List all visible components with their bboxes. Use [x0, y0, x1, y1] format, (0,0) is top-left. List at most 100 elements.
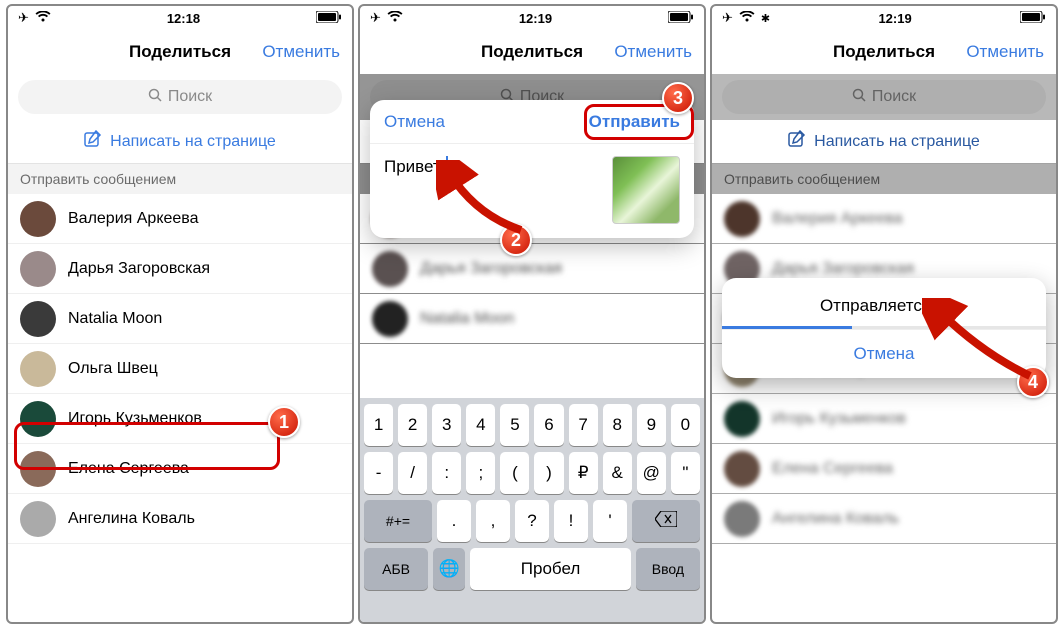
avatar	[20, 351, 56, 387]
search-icon	[148, 88, 162, 107]
key-6[interactable]: 6	[534, 404, 563, 446]
contact-name: Natalia Moon	[420, 310, 514, 328]
battery-icon	[1020, 11, 1046, 26]
key-dash[interactable]: -	[364, 452, 393, 494]
avatar	[20, 451, 56, 487]
phone-panel-2: ✈ 12:19 Поделиться Отменить Поиск Написа…	[358, 4, 706, 624]
key-colon[interactable]: :	[432, 452, 461, 494]
contact-name[interactable]: Елена Сергеева	[68, 460, 189, 478]
contact-name[interactable]: Дарья Загоровская	[68, 260, 210, 278]
avatar	[20, 201, 56, 237]
contact-name[interactable]: Валерия Аркеева	[68, 210, 199, 228]
write-label: Написать на странице	[814, 133, 980, 151]
key-period[interactable]: .	[437, 500, 471, 542]
page-title: Поделиться	[833, 42, 935, 62]
avatar	[724, 451, 760, 487]
avatar	[20, 251, 56, 287]
contact-row: Natalia Moon	[8, 294, 352, 344]
cancel-button[interactable]: Отменить	[262, 42, 340, 62]
cancel-button[interactable]: Отменить	[614, 42, 692, 62]
section-header: Отправить сообщением	[712, 164, 1056, 194]
key-comma[interactable]: ,	[476, 500, 510, 542]
contact-row: Ольга Швец	[8, 344, 352, 394]
status-time: 12:18	[167, 11, 200, 26]
contact-name: Валерия Аркеева	[772, 210, 903, 228]
sending-title: Отправляется…	[722, 278, 1046, 326]
key-0[interactable]: 0	[671, 404, 700, 446]
contact-name[interactable]: Ольга Швец	[68, 360, 158, 378]
progress-bar	[722, 326, 1046, 329]
contact-name[interactable]: Natalia Moon	[68, 310, 162, 328]
loading-icon: ✱	[761, 12, 770, 25]
search-placeholder: Поиск	[168, 88, 212, 106]
step-badge-2: 2	[500, 224, 532, 256]
page-title: Поделиться	[129, 42, 231, 62]
write-on-wall-button[interactable]: Написать на странице	[8, 120, 352, 164]
wifi-icon	[35, 11, 51, 26]
key-enter[interactable]: Ввод	[636, 548, 700, 590]
page-title: Поделиться	[481, 42, 583, 62]
key-5[interactable]: 5	[500, 404, 529, 446]
status-bar: ✈ 12:18	[8, 6, 352, 30]
key-globe[interactable]: 🌐	[433, 548, 465, 590]
contact-name[interactable]: Игорь Кузьменков	[68, 410, 202, 428]
modal-cancel-button[interactable]: Отмена	[384, 112, 445, 132]
contact-name: Дарья Загоровская	[772, 260, 914, 278]
key-rparen[interactable]: )	[534, 452, 563, 494]
status-time: 12:19	[878, 11, 911, 26]
status-time: 12:19	[519, 11, 552, 26]
airplane-icon: ✈	[370, 10, 381, 26]
text-cursor	[446, 156, 448, 174]
avatar	[20, 401, 56, 437]
search-input[interactable]: Поиск	[18, 80, 342, 114]
attachment-thumbnail[interactable]	[612, 156, 680, 224]
key-at[interactable]: @	[637, 452, 666, 494]
cancel-button[interactable]: Отменить	[966, 42, 1044, 62]
contact-row: Дарья Загоровская	[8, 244, 352, 294]
key-4[interactable]: 4	[466, 404, 495, 446]
step-badge-1: 1	[268, 406, 300, 438]
key-1[interactable]: 1	[364, 404, 393, 446]
navbar: Поделиться Отменить	[8, 30, 352, 74]
phone-panel-3: ✈ ✱ 12:19 Поделиться Отменить Поиск Напи…	[710, 4, 1058, 624]
contact-row: Валерия Аркеева	[8, 194, 352, 244]
avatar	[724, 501, 760, 537]
contact-row-igor: Игорь Кузьменков	[8, 394, 352, 444]
key-slash[interactable]: /	[398, 452, 427, 494]
contact-row: Елена Сергеева	[8, 444, 352, 494]
key-question[interactable]: ?	[515, 500, 549, 542]
contact-name[interactable]: Ангелина Коваль	[68, 510, 195, 528]
key-semicolon[interactable]: ;	[466, 452, 495, 494]
step-badge-3: 3	[662, 82, 694, 114]
compose-icon	[84, 130, 102, 153]
battery-icon	[316, 11, 342, 26]
status-bar: ✈ ✱ 12:19	[712, 6, 1056, 30]
globe-icon: 🌐	[439, 559, 460, 579]
key-exclaim[interactable]: !	[554, 500, 588, 542]
message-input[interactable]: Привет!	[384, 156, 600, 224]
sending-cancel-button[interactable]: Отмена	[722, 329, 1046, 378]
battery-icon	[668, 11, 694, 26]
key-3[interactable]: 3	[432, 404, 461, 446]
key-space[interactable]: Пробел	[470, 548, 631, 590]
wifi-icon	[739, 11, 755, 26]
key-9[interactable]: 9	[637, 404, 666, 446]
key-lparen[interactable]: (	[500, 452, 529, 494]
key-2[interactable]: 2	[398, 404, 427, 446]
section-header: Отправить сообщением	[8, 164, 352, 194]
key-ruble[interactable]: ₽	[569, 452, 598, 494]
avatar	[20, 301, 56, 337]
key-8[interactable]: 8	[603, 404, 632, 446]
key-symbols[interactable]: #+=	[364, 500, 432, 542]
key-backspace[interactable]	[632, 500, 700, 542]
phone-panel-1: ✈ 12:18 Поделиться Отменить Поиск	[6, 4, 354, 624]
key-7[interactable]: 7	[569, 404, 598, 446]
key-amp[interactable]: &	[603, 452, 632, 494]
key-abc[interactable]: АБВ	[364, 548, 428, 590]
contact-row: Ангелина Коваль	[8, 494, 352, 544]
message-text: Привет!	[384, 157, 445, 176]
key-apos[interactable]: '	[593, 500, 627, 542]
key-quote[interactable]: "	[671, 452, 700, 494]
contact-name: Елена Сергеева	[772, 460, 893, 478]
search-icon	[852, 88, 866, 107]
